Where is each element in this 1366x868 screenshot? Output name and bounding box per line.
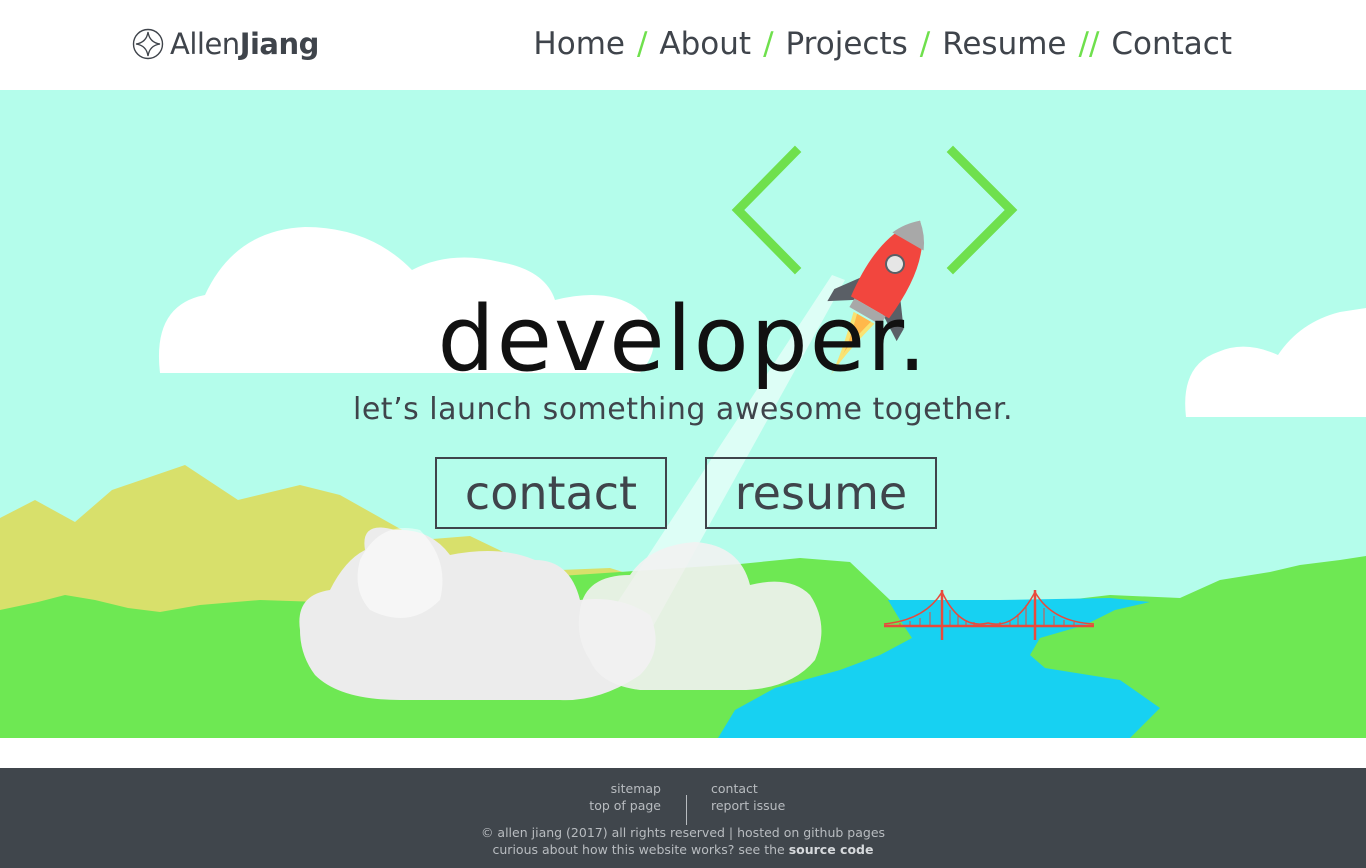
logo-text: AllenJiang bbox=[170, 27, 319, 61]
footer-left-column: sitemap top of page bbox=[589, 780, 661, 814]
nav-separator: / bbox=[636, 26, 648, 62]
footer-right-column: contact report issue bbox=[711, 780, 785, 814]
logo-first: Allen bbox=[170, 27, 240, 61]
site-footer: sitemap top of page contact report issue… bbox=[0, 768, 1366, 868]
site-header: AllenJiang Home / About / Projects / Res… bbox=[0, 0, 1366, 90]
code-brackets-icon bbox=[731, 145, 1018, 275]
nav-separator: / bbox=[919, 26, 931, 62]
logo-last: Jiang bbox=[239, 27, 320, 61]
main-nav: Home / About / Projects / Resume // Cont… bbox=[533, 26, 1232, 62]
hero-headline: developer. bbox=[437, 287, 929, 392]
contact-button[interactable]: contact bbox=[435, 457, 667, 529]
footer-copyright: © allen jiang (2017) all rights reserved… bbox=[480, 825, 886, 840]
footer-contact-link[interactable]: contact bbox=[711, 780, 785, 797]
nav-separator: / bbox=[763, 26, 774, 62]
footer-report-link[interactable]: report issue bbox=[711, 797, 785, 814]
footer-source-link[interactable]: source code bbox=[789, 842, 874, 857]
nav-about[interactable]: About bbox=[659, 26, 751, 62]
logo-icon bbox=[132, 28, 164, 60]
resume-button[interactable]: resume bbox=[705, 457, 937, 529]
footer-source-prefix: curious about how this website works? se… bbox=[492, 842, 789, 857]
footer-divider bbox=[686, 795, 687, 825]
hero-section: developer. let’s launch something awesom… bbox=[0, 90, 1366, 738]
logo[interactable]: AllenJiang bbox=[132, 27, 319, 61]
smoke-clouds bbox=[299, 527, 822, 701]
footer-top-link[interactable]: top of page bbox=[589, 797, 661, 814]
nav-home[interactable]: Home bbox=[533, 26, 625, 62]
footer-source-line: curious about how this website works? se… bbox=[0, 842, 1366, 857]
nav-contact[interactable]: Contact bbox=[1111, 26, 1232, 62]
hero-tagline: let’s launch something awesome together. bbox=[353, 392, 1013, 427]
footer-sitemap-link[interactable]: sitemap bbox=[589, 780, 661, 797]
nav-separator: // bbox=[1078, 26, 1100, 62]
nav-projects[interactable]: Projects bbox=[786, 26, 908, 62]
nav-resume[interactable]: Resume bbox=[942, 26, 1066, 62]
